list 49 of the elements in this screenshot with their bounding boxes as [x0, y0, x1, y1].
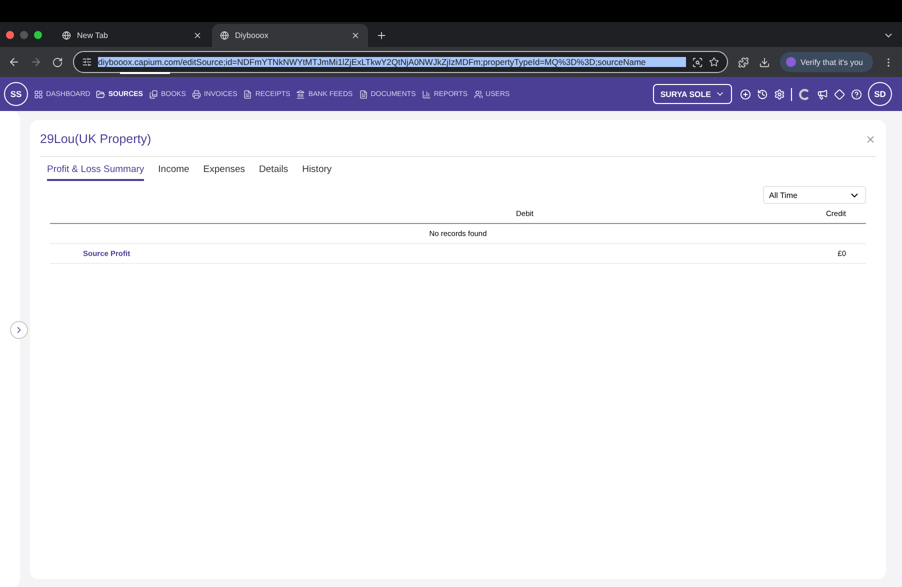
site-settings-icon[interactable]: [82, 57, 92, 67]
client-selector[interactable]: SURYA SOLE: [653, 84, 732, 104]
diamond-icon[interactable]: [834, 88, 845, 100]
browser-tab[interactable]: New Tab: [54, 24, 210, 47]
tab-title: Diybooox: [235, 31, 268, 40]
lens-icon[interactable]: [692, 56, 703, 68]
nav-icon: [422, 90, 431, 98]
logo-icon[interactable]: [798, 88, 811, 100]
nav-icon: [358, 90, 368, 98]
add-icon[interactable]: [740, 88, 751, 100]
page-tab[interactable]: Profit & Loss Summary: [47, 162, 144, 181]
browser-tab[interactable]: Diybooox: [212, 24, 368, 47]
page-tab[interactable]: History: [302, 162, 332, 181]
page-tab[interactable]: Expenses: [203, 162, 246, 181]
selection-indicator: [120, 72, 170, 74]
settings-icon[interactable]: [774, 88, 785, 100]
history-icon[interactable]: [757, 88, 768, 100]
globe-icon: [220, 31, 229, 40]
page-tab[interactable]: Details: [259, 162, 288, 181]
back-icon[interactable]: [8, 56, 20, 68]
profile-chip[interactable]: Verify that it's you: [780, 52, 873, 72]
new-tab-icon[interactable]: [376, 30, 387, 41]
close-icon[interactable]: [193, 31, 202, 40]
user-avatar[interactable]: SD: [868, 82, 892, 106]
bookmark-icon[interactable]: [708, 57, 719, 67]
reload-icon[interactable]: [52, 56, 63, 68]
nav-icon: [243, 90, 252, 98]
close-icon[interactable]: [351, 31, 360, 40]
download-icon[interactable]: [758, 56, 770, 68]
page-tab[interactable]: Income: [158, 162, 190, 181]
extensions-icon[interactable]: [738, 56, 749, 68]
forward-icon[interactable]: [30, 56, 42, 68]
help-icon[interactable]: [851, 88, 862, 100]
tab-title: New Tab: [77, 31, 108, 40]
nav-icon: [96, 90, 106, 98]
page-title: 29Lou(UK Property): [40, 132, 152, 146]
nav-icon: [34, 90, 43, 98]
nav-icon: [474, 90, 483, 98]
window-close-button[interactable]: [6, 30, 14, 38]
url-text: diybooox.capium.com/editSource;id=NDFmYTNkNWYtMTJmMi1lZjExLTkwY2QtNjA0NWJkZjIzMDFm;propertyTypeId=MQ%3D%3D;sourceName: [98, 57, 686, 67]
address-bar[interactable]: diybooox.capium.com/editSource;id=NDFmYTNkNWYtMTJmMi1lZjExLTkwY2QtNjA0NWJkZjIzMDFm;propertyTypeId=MQ%3D%3D;sourceName: [73, 51, 728, 73]
globe-icon: [62, 31, 71, 40]
megaphone-icon[interactable]: [817, 88, 828, 100]
nav-icon: [296, 90, 306, 98]
period-select[interactable]: All Time: [763, 186, 866, 204]
window-maximize-button[interactable]: [34, 30, 42, 38]
avatar[interactable]: SS: [4, 82, 28, 106]
nav-icon: [148, 90, 158, 98]
nav-icon: [192, 90, 201, 98]
